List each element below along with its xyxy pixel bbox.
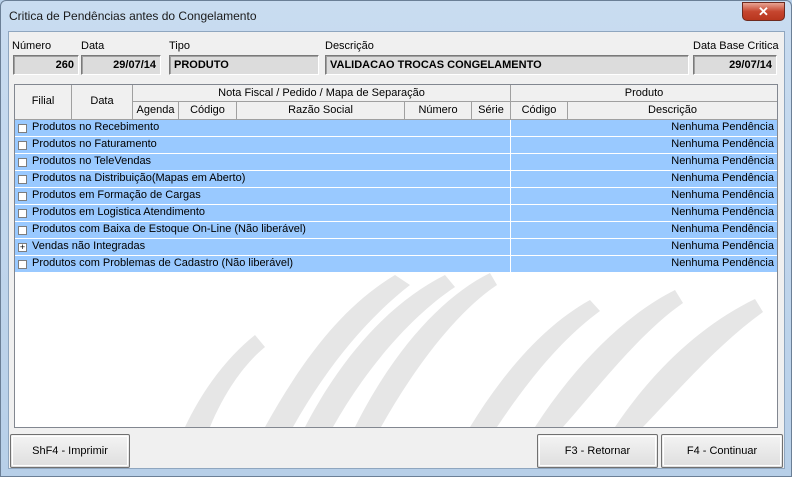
col-group-nota-fiscal: Nota Fiscal / Pedido / Mapa de Separação bbox=[133, 85, 511, 102]
row-checkbox[interactable] bbox=[18, 158, 27, 167]
row-label: Produtos no TeleVendas bbox=[32, 155, 152, 167]
imprimir-button[interactable]: ShF4 - Imprimir bbox=[10, 434, 130, 468]
expand-icon[interactable]: + bbox=[18, 243, 27, 252]
row-status: Nenhuma Pendência bbox=[671, 206, 774, 218]
row-status: Nenhuma Pendência bbox=[671, 172, 774, 184]
close-icon: ✕ bbox=[758, 4, 769, 19]
col-numero[interactable]: Número bbox=[405, 102, 472, 120]
dialog-window: Critica de Pendências antes do Congelame… bbox=[0, 0, 792, 477]
grid-row[interactable]: Produtos em Formação de Cargas Nenhuma P… bbox=[15, 188, 777, 205]
close-button[interactable]: ✕ bbox=[742, 2, 785, 21]
row-label: Produtos em Formação de Cargas bbox=[32, 189, 201, 201]
row-status: Nenhuma Pendência bbox=[671, 257, 774, 269]
col-filial[interactable]: Filial bbox=[15, 85, 72, 120]
numero-field: 260 bbox=[13, 55, 79, 75]
row-checkbox[interactable] bbox=[18, 124, 27, 133]
row-checkbox[interactable] bbox=[18, 175, 27, 184]
col-group-produto: Produto bbox=[511, 85, 777, 102]
row-status: Nenhuma Pendência bbox=[671, 240, 774, 252]
col-produto-descricao[interactable]: Descrição bbox=[568, 102, 777, 120]
row-label: Produtos no Faturamento bbox=[32, 138, 157, 150]
col-agenda[interactable]: Agenda bbox=[133, 102, 179, 120]
col-serie[interactable]: Série bbox=[472, 102, 511, 120]
col-razao-social[interactable]: Razão Social bbox=[237, 102, 405, 120]
data-label: Data bbox=[81, 40, 105, 52]
row-label: Produtos na Distribuição(Mapas em Aberto… bbox=[32, 172, 246, 184]
row-label: Produtos com Baixa de Estoque On-Line (N… bbox=[32, 223, 306, 235]
grid-row[interactable]: Produtos no Recebimento Nenhuma Pendênci… bbox=[15, 120, 777, 137]
row-label: Vendas não Integradas bbox=[32, 240, 146, 252]
continuar-button[interactable]: F4 - Continuar bbox=[661, 434, 783, 468]
grid-row[interactable]: Produtos no TeleVendas Nenhuma Pendência bbox=[15, 154, 777, 171]
row-checkbox[interactable] bbox=[18, 260, 27, 269]
grid-row[interactable]: Produtos no Faturamento Nenhuma Pendênci… bbox=[15, 137, 777, 154]
col-produto-codigo[interactable]: Código bbox=[511, 102, 568, 120]
descricao-label: Descrição bbox=[325, 40, 374, 52]
numero-label: Número bbox=[12, 40, 52, 52]
descricao-field: VALIDACAO TROCAS CONGELAMENTO bbox=[325, 55, 689, 75]
col-data[interactable]: Data bbox=[72, 85, 133, 120]
grid-row[interactable]: Produtos em Logistica Atendimento Nenhum… bbox=[15, 205, 777, 222]
row-checkbox[interactable] bbox=[18, 141, 27, 150]
tipo-label: Tipo bbox=[169, 40, 190, 52]
row-status: Nenhuma Pendência bbox=[671, 121, 774, 133]
col-codigo[interactable]: Código bbox=[179, 102, 237, 120]
grid-row[interactable]: Produtos com Problemas de Cadastro (Não … bbox=[15, 256, 777, 273]
row-label: Produtos em Logistica Atendimento bbox=[32, 206, 206, 218]
row-status: Nenhuma Pendência bbox=[671, 189, 774, 201]
data-base-field: 29/07/14 bbox=[693, 55, 777, 75]
data-field: 29/07/14 bbox=[81, 55, 161, 75]
retornar-button[interactable]: F3 - Retornar bbox=[537, 434, 658, 468]
dialog-body: Número 260 Data 29/07/14 Tipo PRODUTO De… bbox=[8, 31, 785, 469]
title-bar[interactable]: Critica de Pendências antes do Congelame… bbox=[1, 1, 791, 31]
grid-row[interactable]: Produtos com Baixa de Estoque On-Line (N… bbox=[15, 222, 777, 239]
data-base-label: Data Base Critica bbox=[693, 40, 779, 52]
row-status: Nenhuma Pendência bbox=[671, 223, 774, 235]
row-checkbox[interactable] bbox=[18, 192, 27, 201]
grid-row[interactable]: + Vendas não Integradas Nenhuma Pendênci… bbox=[15, 239, 777, 256]
window-title: Critica de Pendências antes do Congelame… bbox=[9, 9, 257, 23]
row-label: Produtos com Problemas de Cadastro (Não … bbox=[32, 257, 294, 269]
row-checkbox[interactable] bbox=[18, 209, 27, 218]
row-label: Produtos no Recebimento bbox=[32, 121, 160, 133]
pendencias-grid[interactable]: Filial Data Nota Fiscal / Pedido / Mapa … bbox=[14, 84, 778, 428]
row-checkbox[interactable] bbox=[18, 226, 27, 235]
tipo-field: PRODUTO bbox=[169, 55, 319, 75]
row-status: Nenhuma Pendência bbox=[671, 138, 774, 150]
grid-row[interactable]: Produtos na Distribuição(Mapas em Aberto… bbox=[15, 171, 777, 188]
row-status: Nenhuma Pendência bbox=[671, 155, 774, 167]
